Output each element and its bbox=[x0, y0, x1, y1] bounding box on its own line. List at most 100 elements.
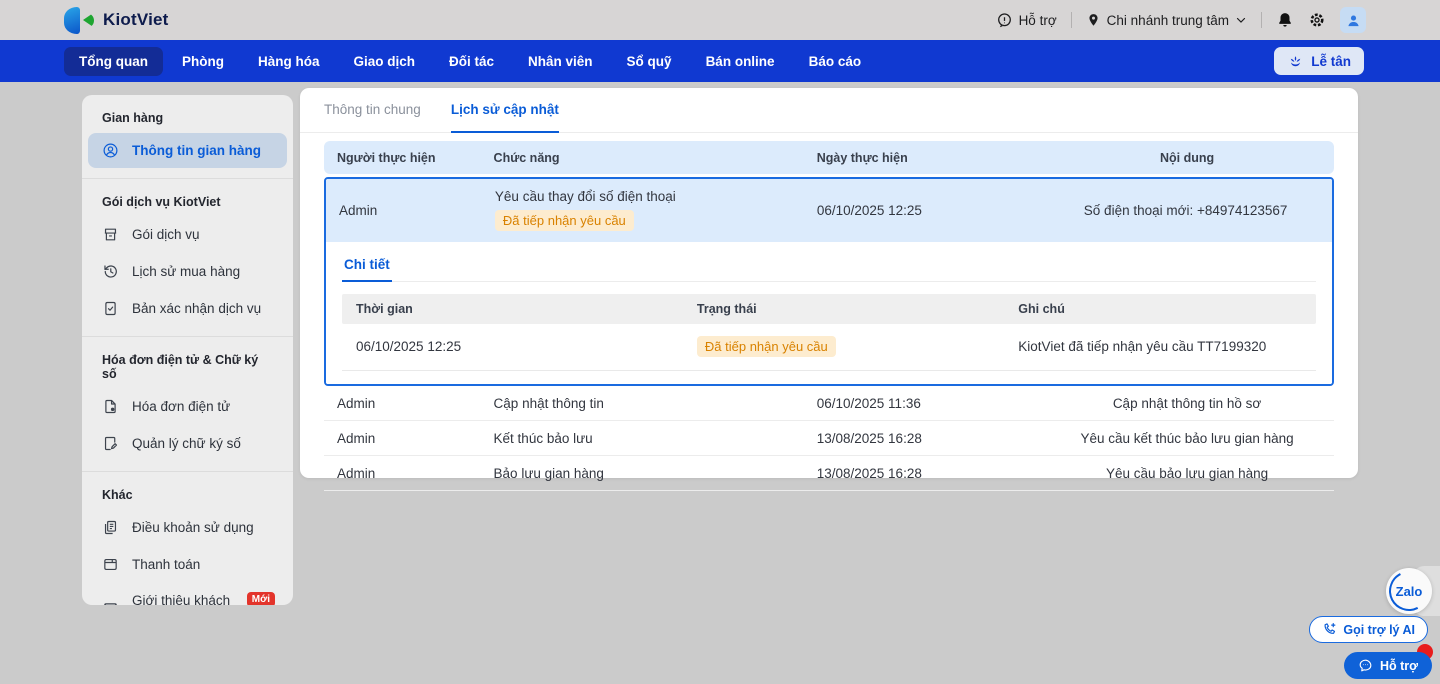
column-header: Nội dung bbox=[1046, 151, 1334, 165]
cell-function: Kết thúc bảo lưu bbox=[481, 431, 804, 446]
nav-tab-phong[interactable]: Phòng bbox=[167, 47, 239, 76]
nav-tab-doi-tac[interactable]: Đối tác bbox=[434, 47, 509, 76]
sidebar-section-hoa-don: Hóa đơn điện tử & Chữ ký số bbox=[82, 343, 293, 387]
nav-tab-tong-quan[interactable]: Tổng quan bbox=[64, 47, 163, 76]
table-row[interactable]: Admin Cập nhật thông tin 06/10/2025 11:3… bbox=[324, 386, 1334, 421]
sidebar-item-ban-xac-nhan-dich-vu[interactable]: Bản xác nhận dịch vụ bbox=[88, 291, 287, 326]
sidebar-item-lich-su-mua-hang[interactable]: Lịch sử mua hàng bbox=[88, 254, 287, 289]
help-label: Hỗ trợ bbox=[1019, 13, 1057, 28]
tab-lich-su-cap-nhat[interactable]: Lịch sử cập nhật bbox=[451, 88, 559, 133]
table-row[interactable]: Admin Bảo lưu gian hàng 13/08/2025 16:28… bbox=[324, 456, 1334, 491]
cell-user: Admin bbox=[324, 466, 481, 481]
table-header-row: Người thực hiện Chức năng Ngày thực hiện… bbox=[324, 141, 1334, 174]
column-header: Thời gian bbox=[342, 302, 683, 316]
sidebar-item-thanh-toan[interactable]: Thanh toán bbox=[88, 547, 287, 582]
history-icon bbox=[102, 263, 119, 280]
notifications-button[interactable] bbox=[1276, 11, 1294, 29]
cell-status: Đã tiếp nhận yêu cầu bbox=[683, 336, 1004, 357]
cell-user: Admin bbox=[326, 203, 482, 218]
reception-button[interactable]: Lễ tân bbox=[1274, 47, 1364, 75]
gear-icon bbox=[1308, 11, 1326, 29]
store-info-panel: Thông tin chung Lịch sử cập nhật Người t… bbox=[300, 88, 1358, 478]
support-button-label: Hỗ trợ bbox=[1380, 659, 1418, 673]
cell-user: Admin bbox=[324, 396, 481, 411]
nav-tab-so-quy[interactable]: Sổ quỹ bbox=[612, 47, 687, 76]
new-badge: Mới bbox=[247, 592, 275, 606]
user-avatar[interactable] bbox=[1340, 7, 1366, 33]
nav-tab-bao-cao[interactable]: Báo cáo bbox=[794, 47, 877, 76]
ai-assistant-call-button[interactable]: Gọi trợ lý AI bbox=[1309, 616, 1428, 643]
branch-selector[interactable]: Chi nhánh trung tâm bbox=[1086, 12, 1247, 28]
bell-icon bbox=[1276, 11, 1294, 29]
signature-icon bbox=[102, 435, 119, 452]
sidebar-item-quan-ly-chu-ky-so[interactable]: Quản lý chữ ký số bbox=[88, 426, 287, 461]
sidebar-item-gioi-thieu-khach-hang[interactable]: Giới thiệu khách hàng Mới bbox=[88, 584, 287, 605]
cell-date: 13/08/2025 16:28 bbox=[804, 431, 1046, 446]
sidebar-item-goi-dich-vu[interactable]: Gói dịch vụ bbox=[88, 217, 287, 252]
sidebar-section-goi-dich-vu: Gói dịch vụ KiotViet bbox=[82, 185, 293, 215]
function-text: Yêu cầu thay đổi số điện thoại bbox=[495, 189, 804, 204]
top-bar: KiotViet Hỗ trợ Chi nhánh trung tâm bbox=[0, 0, 1440, 40]
detail-section: Chi tiết Thời gian Trạng thái Ghi chú 06… bbox=[326, 242, 1332, 384]
sidebar-item-label: Thông tin gian hàng bbox=[132, 143, 261, 158]
sidebar-item-hoa-don-dien-tu[interactable]: Hóa đơn điện tử bbox=[88, 389, 287, 424]
sidebar-section-khac: Khác bbox=[82, 478, 293, 508]
cell-user: Admin bbox=[324, 431, 481, 446]
lotus-icon bbox=[1287, 54, 1304, 69]
cell-function: Bảo lưu gian hàng bbox=[481, 466, 804, 481]
settings-sidebar: Gian hàng Thông tin gian hàng Gói dịch v… bbox=[82, 95, 293, 605]
sidebar-item-label: Thanh toán bbox=[132, 557, 200, 572]
help-link[interactable]: Hỗ trợ bbox=[996, 12, 1057, 29]
settings-button[interactable] bbox=[1308, 11, 1326, 29]
nav-tab-giao-dich[interactable]: Giao dịch bbox=[339, 47, 431, 76]
column-header: Người thực hiện bbox=[324, 151, 481, 165]
kiotviet-logo: KiotViet bbox=[64, 7, 169, 34]
cell-function: Cập nhật thông tin bbox=[481, 396, 804, 411]
sidebar-item-thong-tin-gian-hang[interactable]: Thông tin gian hàng bbox=[88, 133, 287, 168]
user-circle-icon bbox=[102, 142, 119, 159]
column-header: Ghi chú bbox=[1004, 302, 1316, 316]
terms-icon bbox=[102, 519, 119, 536]
detail-header-row: Thời gian Trạng thái Ghi chú bbox=[342, 294, 1316, 324]
nav-tab-nhan-vien[interactable]: Nhân viên bbox=[513, 47, 608, 76]
expanded-row[interactable]: Admin Yêu cầu thay đổi số điện thoại Đã … bbox=[324, 177, 1334, 386]
cell-function: Yêu cầu thay đổi số điện thoại Đã tiếp n… bbox=[482, 189, 804, 231]
sidebar-item-label: Quản lý chữ ký số bbox=[132, 436, 241, 451]
divider bbox=[1261, 12, 1262, 28]
tab-thong-tin-chung[interactable]: Thông tin chung bbox=[324, 88, 421, 133]
reception-label: Lễ tân bbox=[1311, 54, 1351, 69]
phone-plus-icon bbox=[1322, 622, 1337, 637]
payment-icon bbox=[102, 556, 119, 573]
kiotviet-logo-icon bbox=[64, 7, 94, 34]
cell-content: Yêu cầu bảo lưu gian hàng bbox=[1046, 466, 1334, 481]
support-chat-button[interactable]: Hỗ trợ bbox=[1344, 652, 1432, 679]
column-header: Trạng thái bbox=[683, 302, 1004, 316]
divider bbox=[342, 281, 1316, 282]
sidebar-item-dieu-khoan-su-dung[interactable]: Điều khoản sử dụng bbox=[88, 510, 287, 545]
cell-content: Cập nhật thông tin hồ sơ bbox=[1046, 396, 1334, 411]
zalo-button[interactable]: Zalo bbox=[1386, 568, 1432, 614]
sidebar-item-label: Hóa đơn điện tử bbox=[132, 399, 230, 414]
cell-time: 06/10/2025 12:25 bbox=[342, 339, 683, 354]
sidebar-item-label: Bản xác nhận dịch vụ bbox=[132, 301, 261, 316]
expanded-row-summary: Admin Yêu cầu thay đổi số điện thoại Đã … bbox=[326, 179, 1332, 242]
user-icon bbox=[1345, 12, 1362, 29]
chevron-down-icon bbox=[1235, 14, 1247, 26]
tab-chi-tiet[interactable]: Chi tiết bbox=[342, 250, 392, 282]
cell-note: KiotViet đã tiếp nhận yêu cầu TT7199320 bbox=[1004, 339, 1316, 354]
column-header: Chức năng bbox=[481, 151, 804, 165]
nav-tab-hang-hoa[interactable]: Hàng hóa bbox=[243, 47, 335, 76]
table-row[interactable]: Admin Kết thúc bảo lưu 13/08/2025 16:28 … bbox=[324, 421, 1334, 456]
column-header: Ngày thực hiện bbox=[804, 151, 1046, 165]
content-tabs: Thông tin chung Lịch sử cập nhật bbox=[300, 88, 1358, 133]
help-bubble-icon bbox=[996, 12, 1013, 29]
chat-bubble-icon bbox=[1358, 658, 1373, 673]
sidebar-item-label: Điều khoản sử dụng bbox=[132, 520, 254, 535]
nav-tab-ban-online[interactable]: Bán online bbox=[691, 47, 790, 76]
status-badge: Đã tiếp nhận yêu cầu bbox=[495, 210, 634, 231]
sidebar-item-label: Giới thiệu khách hàng bbox=[132, 593, 232, 605]
sidebar-section-gian-hang: Gian hàng bbox=[82, 101, 293, 131]
history-table: Người thực hiện Chức năng Ngày thực hiện… bbox=[300, 133, 1358, 491]
envelope-icon bbox=[102, 600, 119, 606]
sidebar-item-label: Gói dịch vụ bbox=[132, 227, 200, 242]
